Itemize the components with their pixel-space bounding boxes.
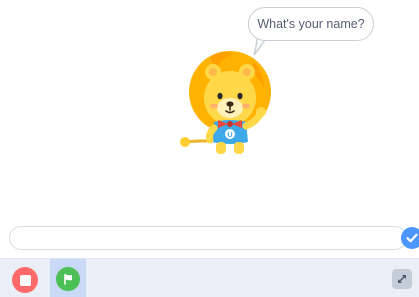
stop-icon bbox=[19, 274, 31, 286]
fullscreen-toggle-button[interactable] bbox=[392, 269, 412, 289]
green-flag-icon bbox=[64, 273, 72, 285]
green-flag-button[interactable] bbox=[56, 266, 80, 291]
lion-sprite-icon[interactable]: U bbox=[176, 48, 280, 160]
check-icon bbox=[406, 233, 418, 243]
green-flag-highlight bbox=[50, 259, 86, 297]
answer-input[interactable] bbox=[9, 226, 407, 250]
fullscreen-toggle-icon bbox=[398, 275, 406, 283]
submit-answer-button[interactable] bbox=[401, 227, 419, 249]
stage[interactable]: What's your name? U bbox=[0, 0, 419, 258]
svg-text:U: U bbox=[227, 132, 232, 139]
speech-bubble: What's your name? bbox=[248, 7, 374, 41]
stop-button[interactable] bbox=[12, 267, 38, 293]
stage-controls-bar bbox=[0, 258, 419, 297]
speech-bubble-text: What's your name? bbox=[257, 17, 365, 31]
ask-answer-row bbox=[9, 226, 419, 250]
